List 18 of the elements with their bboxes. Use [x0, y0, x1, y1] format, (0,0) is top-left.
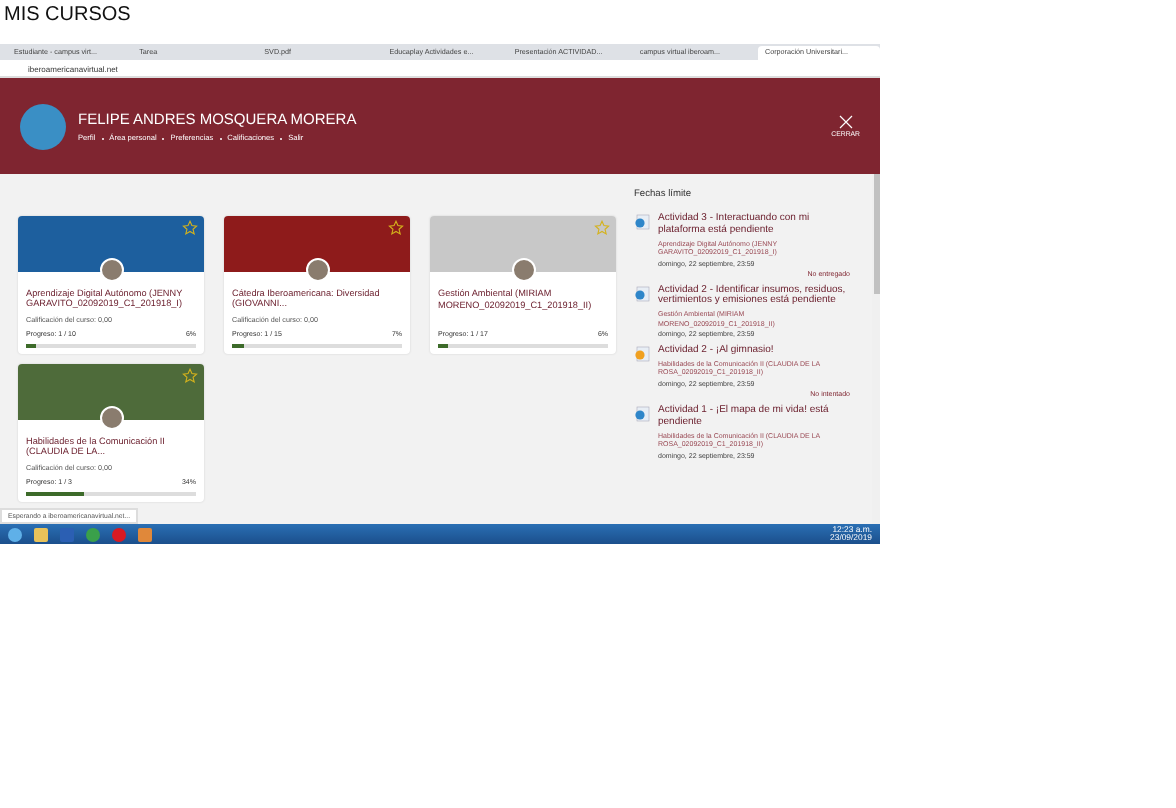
star-icon[interactable] [594, 220, 610, 236]
star-icon[interactable] [388, 220, 404, 236]
close-icon [837, 114, 854, 130]
teacher-avatar [306, 257, 330, 282]
folder-icon[interactable] [34, 527, 48, 541]
assignment-icon [634, 285, 650, 302]
teacher-avatar [100, 257, 124, 282]
assignment-icon [634, 406, 650, 423]
page-title: MIS CURSOS [2, 2, 133, 30]
star-icon[interactable] [182, 368, 198, 384]
avatar [20, 103, 66, 149]
assignment-icon [634, 214, 650, 230]
teacher-avatar [100, 405, 124, 430]
quiz-icon [634, 346, 650, 363]
teacher-avatar [512, 258, 536, 282]
start-icon[interactable] [8, 527, 22, 541]
star-icon[interactable] [182, 220, 198, 236]
app-icon[interactable] [138, 527, 152, 541]
